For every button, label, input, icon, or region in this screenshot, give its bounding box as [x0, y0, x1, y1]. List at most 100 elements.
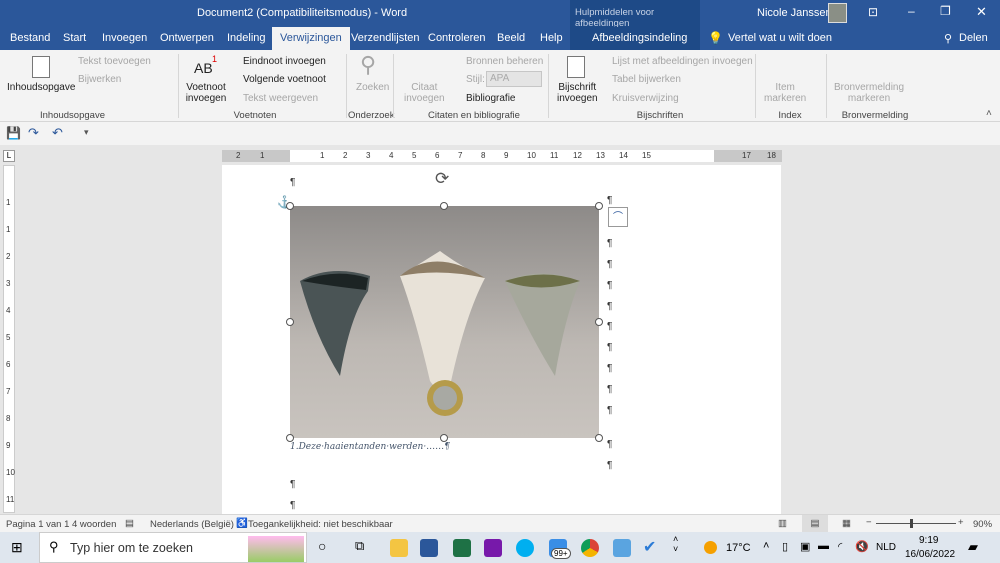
- word-count[interactable]: 4 woorden: [72, 519, 116, 530]
- tab-ontwerpen[interactable]: Ontwerpen: [160, 27, 214, 50]
- clock-date[interactable]: 16/06/2022: [905, 549, 955, 560]
- meet-now-icon[interactable]: ▯: [782, 540, 788, 553]
- tab-start[interactable]: Start: [63, 27, 86, 50]
- layout-options-icon[interactable]: ⌒: [608, 207, 628, 227]
- style-select[interactable]: APA: [486, 71, 542, 87]
- language[interactable]: Nederlands (België): [150, 519, 234, 530]
- undo-icon[interactable]: ↶: [52, 125, 63, 141]
- accessibility-status[interactable]: Toegankelijkheid: niet beschikbaar: [248, 519, 393, 530]
- paragraph-mark: ¶: [607, 321, 613, 332]
- tab-invoegen[interactable]: Invoegen: [102, 27, 147, 50]
- shark-teeth-photo[interactable]: [290, 206, 599, 438]
- update-table-of-figures-button[interactable]: Tabel bijwerken: [612, 74, 681, 85]
- notifications-icon[interactable]: ▰: [968, 539, 978, 555]
- resize-handle[interactable]: [286, 434, 294, 442]
- restore-icon[interactable]: ❐: [940, 4, 951, 18]
- resize-handle[interactable]: [595, 202, 603, 210]
- proofing-icon[interactable]: ▤: [125, 518, 134, 529]
- ruler-label: 13: [596, 151, 605, 160]
- avatar[interactable]: [828, 3, 847, 23]
- tab-controleren[interactable]: Controleren: [428, 27, 485, 50]
- mark-citation-button[interactable]: Bronvermelding markeren: [834, 82, 904, 104]
- zoom-level[interactable]: 90%: [973, 519, 992, 530]
- zoom-slider[interactable]: [876, 523, 956, 524]
- file-explorer-icon[interactable]: [390, 539, 408, 557]
- tab-verzendlijsten[interactable]: Verzendlijsten: [351, 27, 420, 50]
- redo-icon[interactable]: ↷: [28, 125, 39, 141]
- notification-app-icon[interactable]: ▣: [800, 540, 810, 553]
- save-icon[interactable]: 💾: [6, 126, 21, 140]
- taskbar-search[interactable]: ⚲ Typ hier om te zoeken: [39, 532, 307, 563]
- ribbon-display-options-icon[interactable]: ⊡: [868, 5, 878, 19]
- excel-icon[interactable]: [453, 539, 471, 557]
- update-table-button[interactable]: Bijwerken: [78, 74, 121, 85]
- show-notes-button[interactable]: Tekst weergeven: [243, 93, 318, 104]
- volume-muted-icon[interactable]: 🔇: [855, 540, 869, 553]
- resize-handle[interactable]: [286, 318, 294, 326]
- zoom-out-button[interactable]: −: [866, 517, 872, 528]
- tab-beeld[interactable]: Beeld: [497, 27, 525, 50]
- tab-bestand[interactable]: Bestand: [10, 27, 50, 50]
- chrome-icon[interactable]: [581, 539, 599, 557]
- paragraph-mark: ¶: [607, 384, 613, 395]
- word-icon[interactable]: [420, 539, 438, 557]
- clock-time[interactable]: 9:19: [919, 535, 938, 546]
- manage-sources-button[interactable]: Bronnen beheren: [466, 56, 543, 67]
- tab-help[interactable]: Help: [540, 27, 563, 50]
- resize-handle[interactable]: [286, 202, 294, 210]
- user-name[interactable]: Nicole Janssens: [757, 7, 837, 19]
- temperature[interactable]: 17°C: [726, 542, 751, 554]
- insert-endnote-button[interactable]: Eindnoot invoegen: [243, 56, 326, 67]
- vruler-label: 7: [6, 387, 11, 396]
- resize-handle[interactable]: [440, 434, 448, 442]
- tab-selector[interactable]: L: [3, 150, 15, 162]
- toc-button[interactable]: Inhoudsopgave: [7, 82, 75, 93]
- page-count[interactable]: Pagina 1 van 1: [6, 519, 69, 530]
- search-button[interactable]: Zoeken: [356, 82, 389, 93]
- share-button[interactable]: Delen: [959, 27, 988, 50]
- bibliography-button[interactable]: Bibliografie: [466, 93, 515, 104]
- vertical-ruler[interactable]: 1123456789101112: [3, 165, 15, 531]
- battery-icon[interactable]: ▬: [818, 540, 829, 552]
- tab-verwijzingen[interactable]: Verwijzingen: [272, 27, 350, 50]
- cortana-icon[interactable]: ○: [318, 538, 326, 554]
- customize-qat-icon[interactable]: ▾: [84, 127, 89, 138]
- rotate-handle-icon[interactable]: ⟳: [435, 169, 449, 189]
- tab-afbeeldingsindeling[interactable]: Afbeeldingsindeling: [592, 27, 687, 50]
- taskbar: ⊞ ⚲ Typ hier om te zoeken ○ ⧉ 99+ ✔ ˄ ˅ 1…: [0, 532, 1000, 563]
- tell-me-search[interactable]: Vertel wat u wilt doen: [728, 27, 832, 50]
- horizontal-ruler[interactable]: 2 1 1 2 3 4 5 6 7 8 9 10 11 12 13 14 15 17 18: [222, 150, 782, 162]
- print-layout-icon[interactable]: ▤: [802, 515, 828, 532]
- zoom-in-button[interactable]: +: [958, 517, 964, 528]
- read-mode-icon[interactable]: ▥: [778, 518, 787, 529]
- input-language[interactable]: NLD: [876, 542, 896, 553]
- show-hidden-icons[interactable]: ˄: [763, 540, 769, 552]
- close-icon[interactable]: ✕: [976, 4, 987, 20]
- windows-start-icon[interactable]: ⊞: [11, 539, 23, 556]
- resize-handle[interactable]: [595, 318, 603, 326]
- resize-handle[interactable]: [440, 202, 448, 210]
- todo-icon[interactable]: ✔: [643, 537, 656, 557]
- insert-caption-button[interactable]: Bijschrift invoegen: [557, 82, 598, 104]
- insert-table-of-figures-button[interactable]: Lijst met afbeeldingen invoegen: [612, 56, 753, 67]
- cross-reference-button[interactable]: Kruisverwijzing: [612, 93, 679, 104]
- zoom-slider-thumb[interactable]: [910, 519, 914, 528]
- wifi-icon[interactable]: ◜: [838, 540, 842, 553]
- collapse-ribbon-icon[interactable]: ˄: [986, 108, 992, 119]
- tab-indeling[interactable]: Indeling: [227, 27, 266, 50]
- store-app-icon[interactable]: [613, 539, 631, 557]
- onenote-icon[interactable]: [484, 539, 502, 557]
- web-layout-icon[interactable]: ▦: [842, 518, 851, 529]
- figure-caption[interactable]: 1.Deze·haaientanden·werden·……¶: [290, 442, 450, 452]
- taskbar-scroll-icon[interactable]: ˄ ˅: [673, 534, 678, 554]
- insert-citation-button[interactable]: Citaat invoegen: [404, 82, 445, 104]
- ruler-label: 2: [236, 151, 241, 160]
- add-text-button[interactable]: Tekst toevoegen: [78, 56, 151, 67]
- next-footnote-button[interactable]: Volgende voetnoot: [243, 74, 326, 85]
- insert-footnote-button[interactable]: Voetnoot invoegen: [185, 82, 227, 104]
- mark-entry-button[interactable]: Item markeren: [764, 82, 806, 104]
- skype-icon[interactable]: [516, 539, 534, 557]
- task-view-icon[interactable]: ⧉: [355, 538, 364, 554]
- resize-handle[interactable]: [595, 434, 603, 442]
- minimize-icon[interactable]: –: [908, 4, 915, 18]
